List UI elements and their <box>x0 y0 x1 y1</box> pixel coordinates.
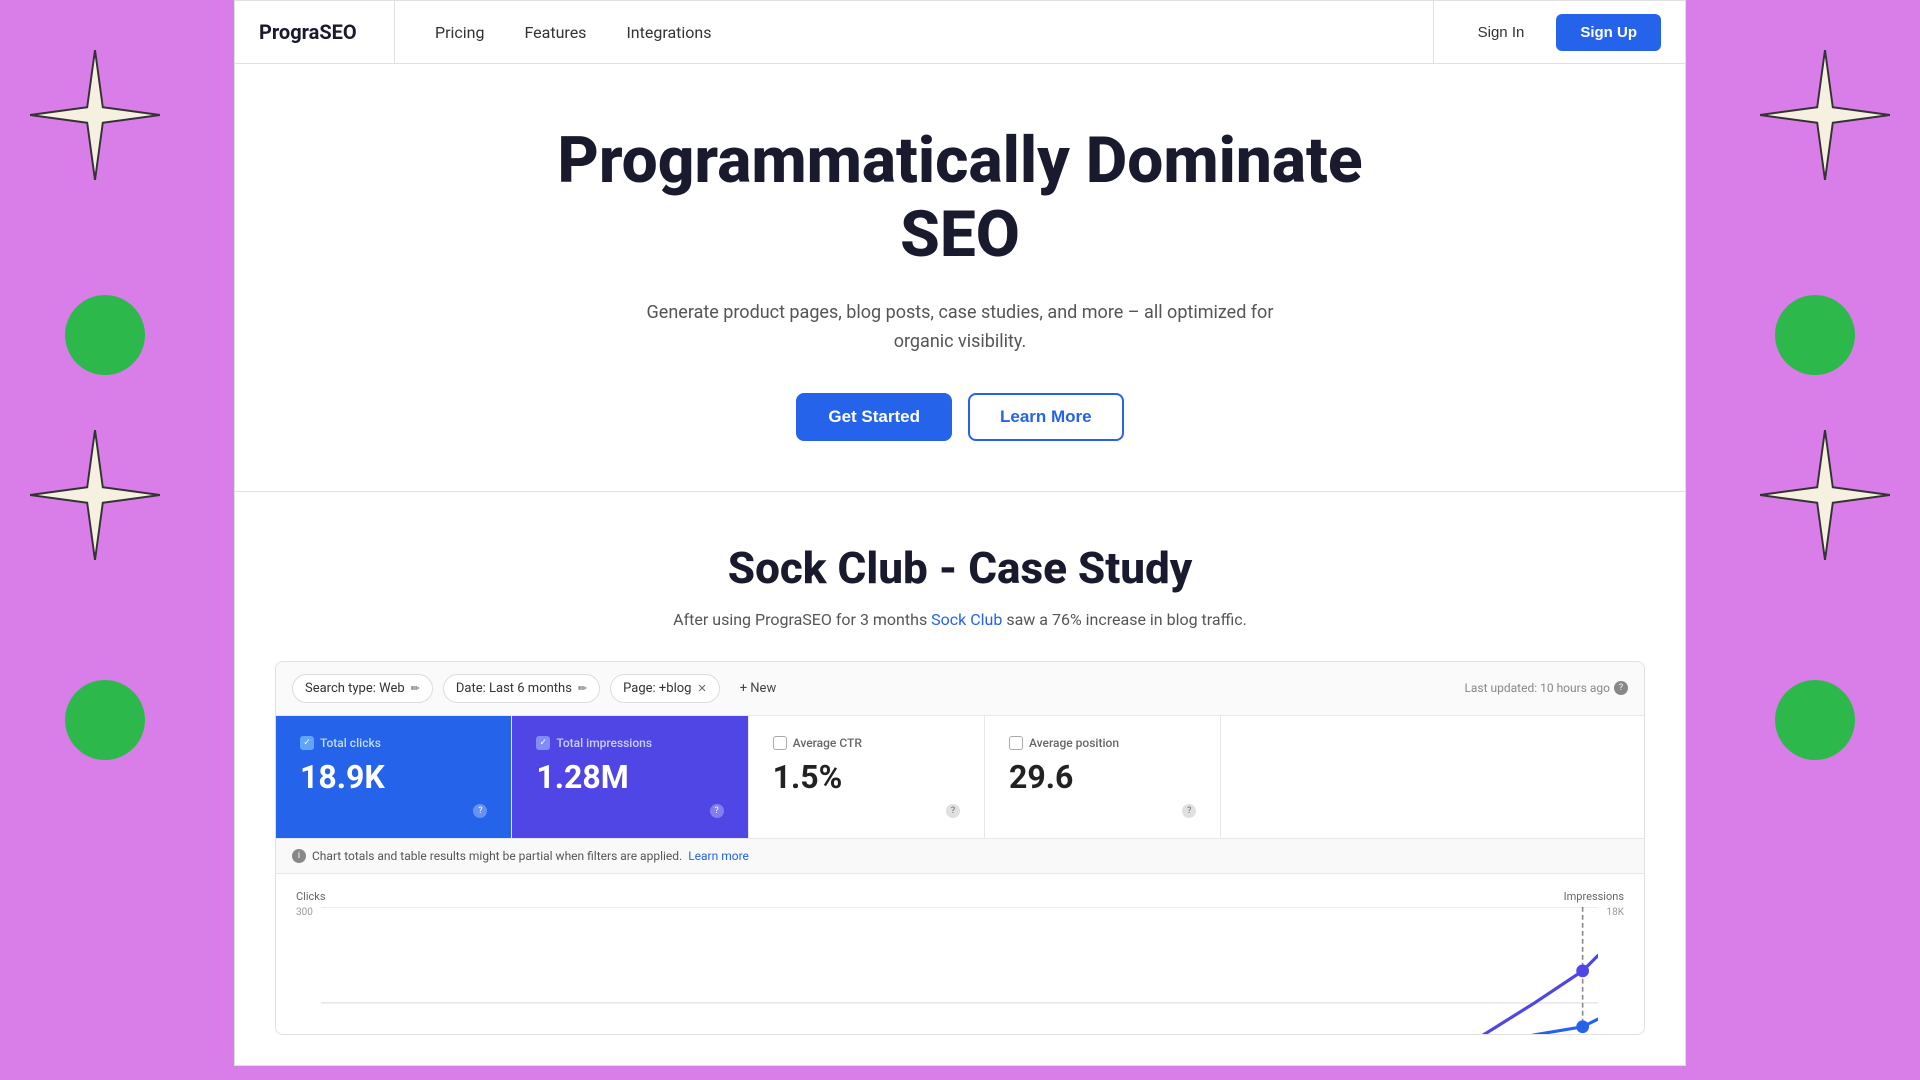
hero-title: Programmatically Dominate SEO <box>275 124 1645 271</box>
case-study-subtitle-before: After using PrograSEO for 3 months <box>673 610 931 629</box>
metric-clicks-label: ✓ Total clicks <box>300 736 487 750</box>
edit-icon-search: ✏ <box>411 682 420 695</box>
metric-position-value: 29.6 <box>1009 758 1196 796</box>
checkbox-impressions[interactable]: ✓ <box>536 736 550 750</box>
get-started-button[interactable]: Get Started <box>796 393 952 441</box>
hero-section: Programmatically Dominate SEO Generate p… <box>234 64 1686 492</box>
hero-title-line1: Programmatically Dominate <box>557 123 1362 198</box>
filter-new-button[interactable]: + New <box>730 675 787 702</box>
help-icon-impressions[interactable]: ? <box>710 804 724 818</box>
nav-link-integrations[interactable]: Integrations <box>610 15 727 50</box>
chart-y-right-label: Impressions <box>1564 890 1624 903</box>
help-icon-updated[interactable]: ? <box>1614 681 1628 695</box>
widget-filters: Search type: Web ✏ Date: Last 6 months ✏… <box>276 662 1644 716</box>
checkbox-ctr[interactable] <box>773 736 787 750</box>
filter-page-label: Page: +blog <box>623 681 691 696</box>
hero-subtitle: Generate product pages, blog posts, case… <box>620 299 1300 357</box>
last-updated-text: Last updated: 10 hours ago <box>1464 681 1610 695</box>
metric-ctr-value: 1.5% <box>773 758 960 796</box>
chart-y-left-label: Clicks <box>296 890 326 903</box>
help-icon-ctr[interactable]: ? <box>946 804 960 818</box>
checkbox-clicks[interactable]: ✓ <box>300 736 314 750</box>
y-right-val-1: 18K <box>1606 907 1624 918</box>
case-study-section: Sock Club - Case Study After using Progr… <box>234 492 1686 1066</box>
metric-position-label: Average position <box>1009 736 1196 750</box>
edit-icon-date: ✏ <box>578 682 587 695</box>
metrics-row: ✓ Total clicks 18.9K ? ✓ Total impressio… <box>276 716 1644 839</box>
metric-total-impressions: ✓ Total impressions 1.28M ? <box>512 716 748 838</box>
filter-page[interactable]: Page: +blog ✕ <box>610 674 720 703</box>
learn-more-button[interactable]: Learn More <box>968 393 1124 441</box>
chart-notice: i Chart totals and table results might b… <box>276 839 1644 874</box>
metric-ctr-label: Average CTR <box>773 736 960 750</box>
last-updated: Last updated: 10 hours ago ? <box>1464 681 1628 695</box>
analytics-widget: Search type: Web ✏ Date: Last 6 months ✏… <box>275 661 1645 1035</box>
signin-button[interactable]: Sign In <box>1458 16 1545 49</box>
chart-y-left-axis: 300 <box>296 907 321 1035</box>
nav-link-features[interactable]: Features <box>509 15 603 50</box>
close-icon-page[interactable]: ✕ <box>697 682 706 695</box>
nav-link-pricing[interactable]: Pricing <box>419 15 501 50</box>
info-icon: i <box>292 849 306 863</box>
metric-total-clicks: ✓ Total clicks 18.9K ? <box>276 716 512 838</box>
chart-y-right-axis: 18K <box>1598 907 1624 1035</box>
sock-club-link[interactable]: Sock Club <box>931 610 1002 629</box>
signup-button[interactable]: Sign Up <box>1556 14 1661 51</box>
metric-impressions-value: 1.28M <box>536 758 723 796</box>
hero-buttons: Get Started Learn More <box>275 393 1645 441</box>
metric-clicks-value: 18.9K <box>300 758 487 796</box>
metric-average-ctr: Average CTR 1.5% ? <box>749 716 985 838</box>
case-study-subtitle-after: saw a 76% increase in blog traffic. <box>1002 610 1246 629</box>
nav-actions: Sign In Sign Up <box>1433 1 1685 63</box>
chart-svg <box>321 907 1599 1035</box>
filter-search-type-label: Search type: Web <box>305 681 405 696</box>
metric-empty <box>1221 716 1644 838</box>
chart-learn-more-link[interactable]: Learn more <box>688 849 749 863</box>
nav-logo[interactable]: PrograSEO <box>235 1 395 63</box>
metric-average-position: Average position 29.6 ? <box>985 716 1221 838</box>
help-icon-clicks[interactable]: ? <box>473 804 487 818</box>
navbar: PrograSEO Pricing Features Integrations … <box>234 0 1686 64</box>
y-left-val-1: 300 <box>296 907 313 918</box>
filter-search-type[interactable]: Search type: Web ✏ <box>292 674 433 703</box>
filter-date-label: Date: Last 6 months <box>456 681 572 696</box>
case-study-title: Sock Club - Case Study <box>275 542 1645 594</box>
chart-area: Clicks Impressions 300 <box>276 874 1644 1034</box>
help-icon-position[interactable]: ? <box>1182 804 1196 818</box>
filter-new-label: + New <box>740 681 777 696</box>
hero-title-line2: SEO <box>900 197 1020 272</box>
nav-links: Pricing Features Integrations <box>395 1 1433 63</box>
checkbox-position[interactable] <box>1009 736 1023 750</box>
filter-date[interactable]: Date: Last 6 months ✏ <box>443 674 600 703</box>
chart-notice-text: Chart totals and table results might be … <box>312 849 682 863</box>
case-study-subtitle: After using PrograSEO for 3 months Sock … <box>275 610 1645 629</box>
metric-impressions-label: ✓ Total impressions <box>536 736 723 750</box>
